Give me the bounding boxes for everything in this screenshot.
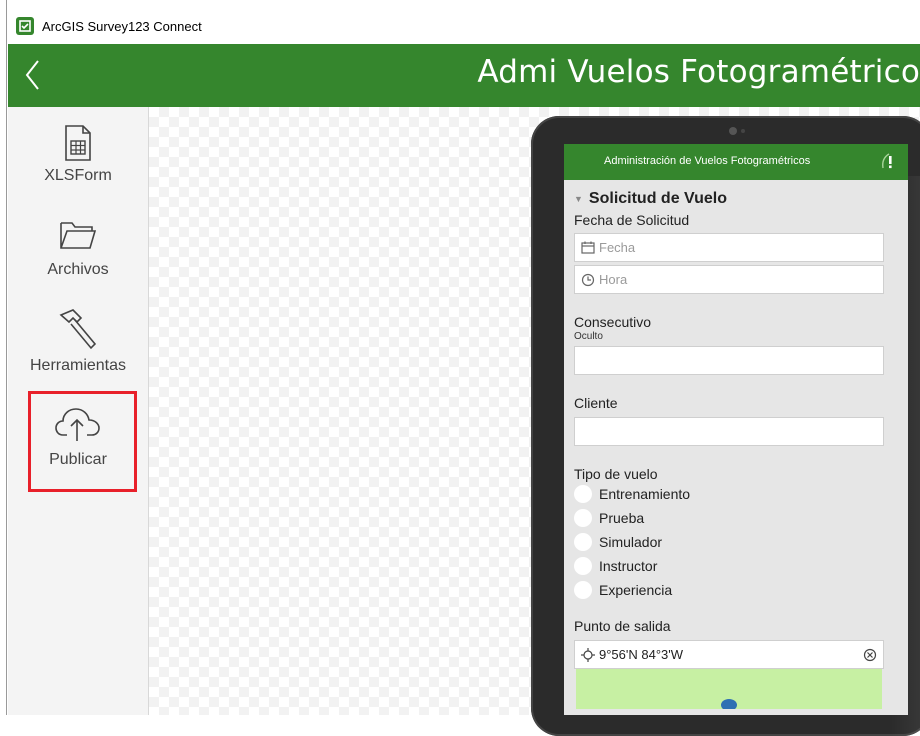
publicar-highlight-box: [28, 391, 137, 492]
consecutivo-hint: Oculto: [574, 331, 603, 342]
consecutivo-label: Consecutivo: [574, 314, 652, 330]
sidebar-item-archivos[interactable]: Archivos: [8, 219, 148, 279]
radio-label: Prueba: [599, 510, 645, 526]
time-input[interactable]: Hora: [574, 265, 884, 294]
location-input[interactable]: 9°56'N 84°3'W: [574, 640, 884, 669]
survey-form: ▼ Solicitud de Vuelo Fecha de Solicitud …: [574, 188, 900, 709]
tipo-vuelo-label: Tipo de vuelo: [574, 466, 658, 482]
sidebar-item-label: Archivos: [47, 261, 109, 278]
calendar-icon: [581, 241, 595, 254]
radio-option[interactable]: Prueba: [574, 506, 900, 530]
radio-button-icon[interactable]: [574, 557, 592, 575]
punto-salida-label: Punto de salida: [574, 618, 671, 634]
location-value: 9°56'N 84°3'W: [599, 647, 684, 662]
radio-button-icon[interactable]: [574, 509, 592, 527]
date-input[interactable]: Fecha: [574, 233, 884, 262]
sidebar-item-label: XLSForm: [44, 167, 112, 184]
spreadsheet-file-icon: [65, 125, 91, 161]
sensor-icon: [741, 129, 745, 133]
sidebar-item-herramientas[interactable]: Herramientas: [8, 307, 148, 375]
date-placeholder: Fecha: [599, 240, 636, 255]
clear-circle-icon[interactable]: [863, 648, 877, 662]
tipo-vuelo-options: Entrenamiento Prueba Simulador Instructo…: [574, 482, 900, 602]
folder-icon: [60, 222, 97, 249]
radio-label: Instructor: [599, 558, 658, 574]
back-chevron-icon[interactable]: [20, 58, 48, 92]
radio-button-icon[interactable]: [574, 485, 592, 503]
app-logo-icon: [16, 17, 34, 35]
clock-icon: [581, 273, 595, 286]
radio-option[interactable]: Experiencia: [574, 578, 900, 602]
sidebar-item-label: Herramientas: [29, 357, 127, 374]
survey-status-icon[interactable]: [880, 152, 896, 170]
group-title: Solicitud de Vuelo: [588, 190, 728, 207]
camera-icon: [729, 127, 737, 135]
crosshair-icon: [581, 647, 595, 662]
radio-label: Simulador: [599, 534, 663, 550]
group-solicitud-vuelo[interactable]: ▼ Solicitud de Vuelo: [574, 190, 900, 208]
cliente-input[interactable]: [574, 417, 884, 446]
hammer-icon: [59, 309, 97, 350]
survey-app-title: Administración de Vuelos Fotogramétricos: [604, 155, 811, 167]
title-bar: ArcGIS Survey123 Connect: [8, 8, 920, 44]
cliente-label: Cliente: [574, 395, 618, 411]
radio-label: Experiencia: [599, 582, 673, 598]
consecutivo-input[interactable]: [574, 346, 884, 375]
radio-button-icon[interactable]: [574, 533, 592, 551]
location-map-preview[interactable]: [576, 669, 882, 709]
survey-preview-header: Administración de Vuelos Fotogramétricos: [564, 144, 908, 180]
survey-title: Admi Vuelos Fotogramétrico: [477, 54, 920, 90]
app-header: Admi Vuelos Fotogramétrico: [8, 44, 920, 107]
radio-option[interactable]: Entrenamiento: [574, 482, 900, 506]
radio-option[interactable]: Instructor: [574, 554, 900, 578]
radio-button-icon[interactable]: [574, 581, 592, 599]
survey-preview-screen: Administración de Vuelos Fotogramétricos…: [564, 144, 908, 715]
collapse-triangle-icon[interactable]: ▼: [574, 194, 583, 204]
radio-label: Entrenamiento: [599, 486, 691, 502]
time-placeholder: Hora: [599, 272, 628, 287]
map-pin-icon: [721, 699, 737, 709]
sidebar-item-xlsform[interactable]: XLSForm: [8, 125, 148, 185]
radio-option[interactable]: Simulador: [574, 530, 900, 554]
fecha-solicitud-label: Fecha de Solicitud: [574, 212, 690, 228]
window-title: ArcGIS Survey123 Connect: [42, 18, 202, 34]
